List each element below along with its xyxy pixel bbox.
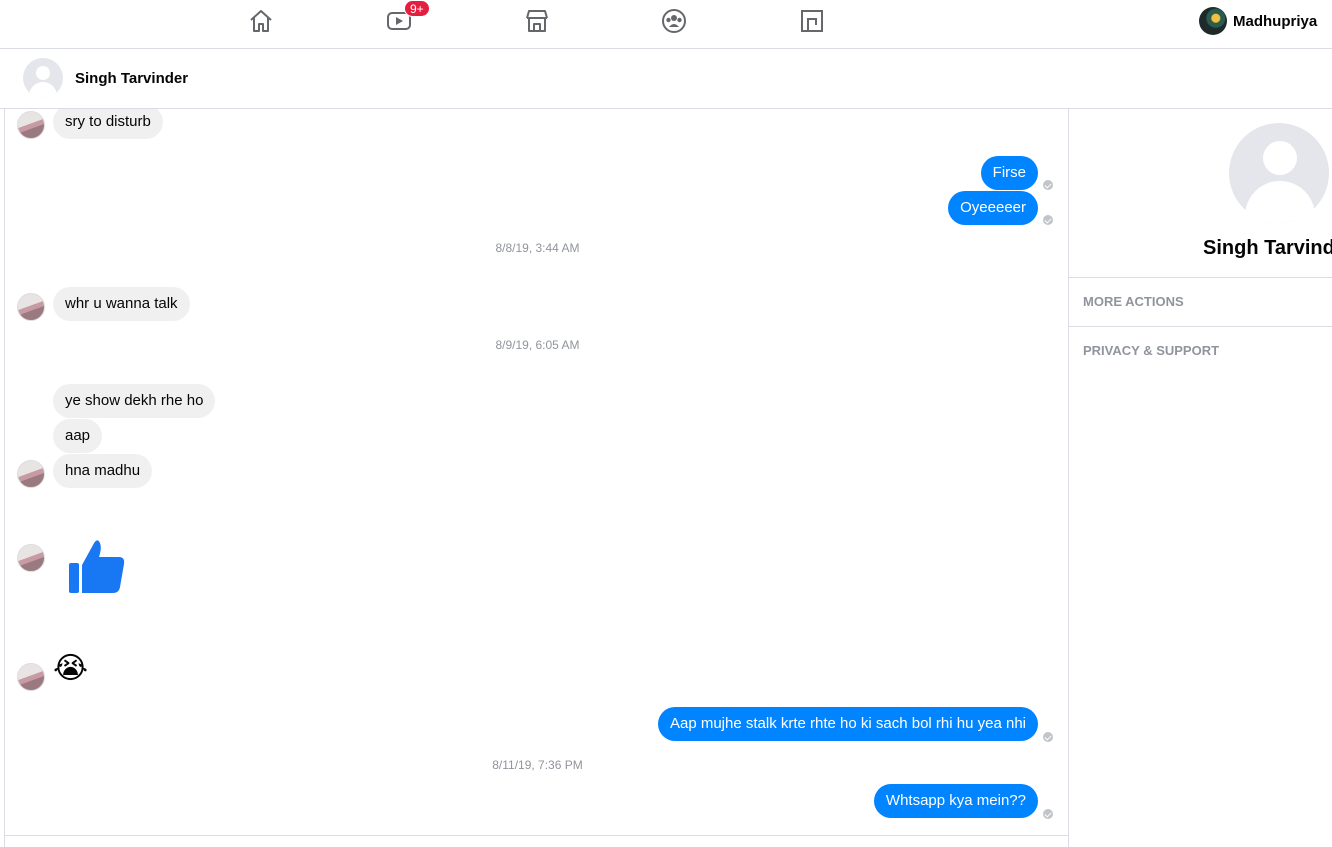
groups-icon[interactable]	[660, 7, 688, 35]
message-thread[interactable]: sry to disturb Firse Oyeeeeer 8/8/19, 3:…	[4, 109, 1069, 847]
outgoing-message[interactable]: Aap mujhe stalk krte rhte ho ki sach bol…	[657, 707, 1038, 741]
conversation-info-panel: Singh Tarvinder MORE ACTIONS PRIVACY & S…	[1069, 109, 1332, 847]
message-composer[interactable]	[5, 835, 1068, 847]
incoming-message[interactable]: sry to disturb	[53, 109, 163, 139]
seen-check-icon	[1043, 180, 1053, 190]
conversation-header: Singh Tarvinder	[0, 49, 1332, 109]
incoming-message[interactable]: ye show dekh rhe ho	[53, 384, 216, 418]
profile-shortcut[interactable]: Madhupriya	[1199, 7, 1317, 35]
incoming-message[interactable]: aap	[53, 419, 103, 453]
profile-name: Madhupriya	[1233, 12, 1318, 30]
contact-avatar-small[interactable]	[17, 111, 45, 139]
contact-avatar[interactable]	[23, 58, 63, 98]
timestamp: 8/9/19, 6:05 AM	[495, 338, 580, 352]
privacy-support-section[interactable]: PRIVACY & SUPPORT	[1069, 326, 1332, 375]
avatar	[1199, 7, 1227, 35]
marketplace-icon[interactable]	[523, 7, 551, 35]
contact-avatar-small[interactable]	[17, 460, 45, 488]
contact-avatar-small[interactable]	[17, 663, 45, 691]
contact-avatar-small[interactable]	[17, 544, 45, 572]
seen-check-icon	[1043, 809, 1053, 819]
thumbs-up-sticker-icon[interactable]	[67, 537, 127, 597]
incoming-message[interactable]: whr u wanna talk	[53, 287, 190, 321]
seen-check-icon	[1043, 215, 1053, 225]
contact-name[interactable]: Singh Tarvinder	[75, 70, 188, 87]
timestamp: 8/11/19, 7:36 PM	[492, 758, 583, 772]
gaming-icon[interactable]	[798, 7, 826, 35]
crying-emoji-icon[interactable]: 😭	[53, 652, 88, 686]
outgoing-message[interactable]: Oyeeeeer	[948, 191, 1038, 225]
seen-check-icon	[1043, 732, 1053, 742]
outgoing-message[interactable]: Whtsapp kya mein??	[873, 784, 1038, 818]
top-navigation: 9+ Madhupriya	[0, 0, 1332, 49]
incoming-message[interactable]: hna madhu	[53, 454, 153, 488]
contact-avatar-small[interactable]	[17, 293, 45, 321]
watch-notification-badge: 9+	[404, 0, 430, 17]
home-icon[interactable]	[247, 7, 275, 35]
outgoing-message[interactable]: Firse	[980, 156, 1038, 190]
contact-name-large[interactable]: Singh Tarvinder	[1203, 237, 1332, 260]
contact-profile-picture[interactable]	[1229, 123, 1329, 223]
more-actions-section[interactable]: MORE ACTIONS	[1069, 277, 1332, 326]
timestamp: 8/8/19, 3:44 AM	[495, 241, 580, 255]
